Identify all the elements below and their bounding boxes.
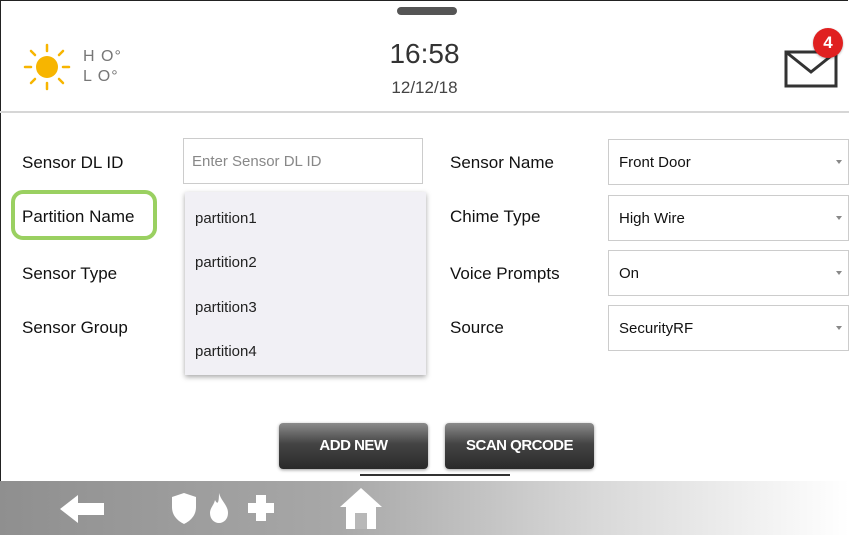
clock-time: 16:58 xyxy=(389,38,460,69)
source-value: SecurityRF xyxy=(619,320,694,337)
scan-qrcode-button[interactable]: SCAN QRCODE xyxy=(445,423,594,469)
label-chime-type: Chime Type xyxy=(450,207,541,226)
chevron-down-icon xyxy=(836,216,842,220)
plus-icon[interactable] xyxy=(246,493,276,523)
fire-icon[interactable] xyxy=(206,491,232,525)
home-icon[interactable] xyxy=(338,485,384,531)
label-voice-prompts: Voice Prompts xyxy=(450,264,560,283)
message-count-badge: 4 xyxy=(813,28,843,58)
back-arrow-icon[interactable] xyxy=(58,493,106,525)
chevron-down-icon xyxy=(836,271,842,275)
label-sensor-type: Sensor Type xyxy=(22,264,118,283)
partition-option-3[interactable]: partition3 xyxy=(195,299,257,316)
shield-icon[interactable] xyxy=(170,491,198,525)
header-divider xyxy=(0,111,849,113)
partition-option-1[interactable]: partition1 xyxy=(195,210,257,227)
voice-prompts-value: On xyxy=(619,265,640,282)
source-select[interactable]: SecurityRF xyxy=(608,305,849,351)
chime-type-value: High Wire xyxy=(619,210,685,227)
sensor-name-select[interactable]: Front Door xyxy=(608,139,849,185)
label-sensor-dl-id: Sensor DL ID xyxy=(22,153,124,172)
partition-option-2[interactable]: partition2 xyxy=(195,254,257,271)
partition-option-4[interactable]: partition4 xyxy=(195,343,257,360)
label-source: Source xyxy=(450,318,504,337)
sensor-name-value: Front Door xyxy=(619,154,691,171)
chime-type-select[interactable]: High Wire xyxy=(608,195,849,241)
chevron-down-icon xyxy=(836,160,842,164)
header: H O° L O° 16:58 12/12/18 4 xyxy=(0,0,849,112)
label-partition-name: Partition Name xyxy=(22,207,135,226)
chevron-down-icon xyxy=(836,326,842,330)
voice-prompts-select[interactable]: On xyxy=(608,250,849,296)
bottom-nav-bar xyxy=(0,481,849,535)
add-new-button[interactable]: ADD NEW xyxy=(279,423,428,469)
label-sensor-name: Sensor Name xyxy=(450,153,554,172)
label-sensor-group: Sensor Group xyxy=(22,318,128,337)
sensor-dl-id-input[interactable]: Enter Sensor DL ID xyxy=(183,138,423,184)
clock-date: 12/12/18 xyxy=(391,78,458,97)
partition-dropdown-list: partition1 partition2 partition3 partiti… xyxy=(185,192,426,375)
button-underline xyxy=(360,474,510,476)
